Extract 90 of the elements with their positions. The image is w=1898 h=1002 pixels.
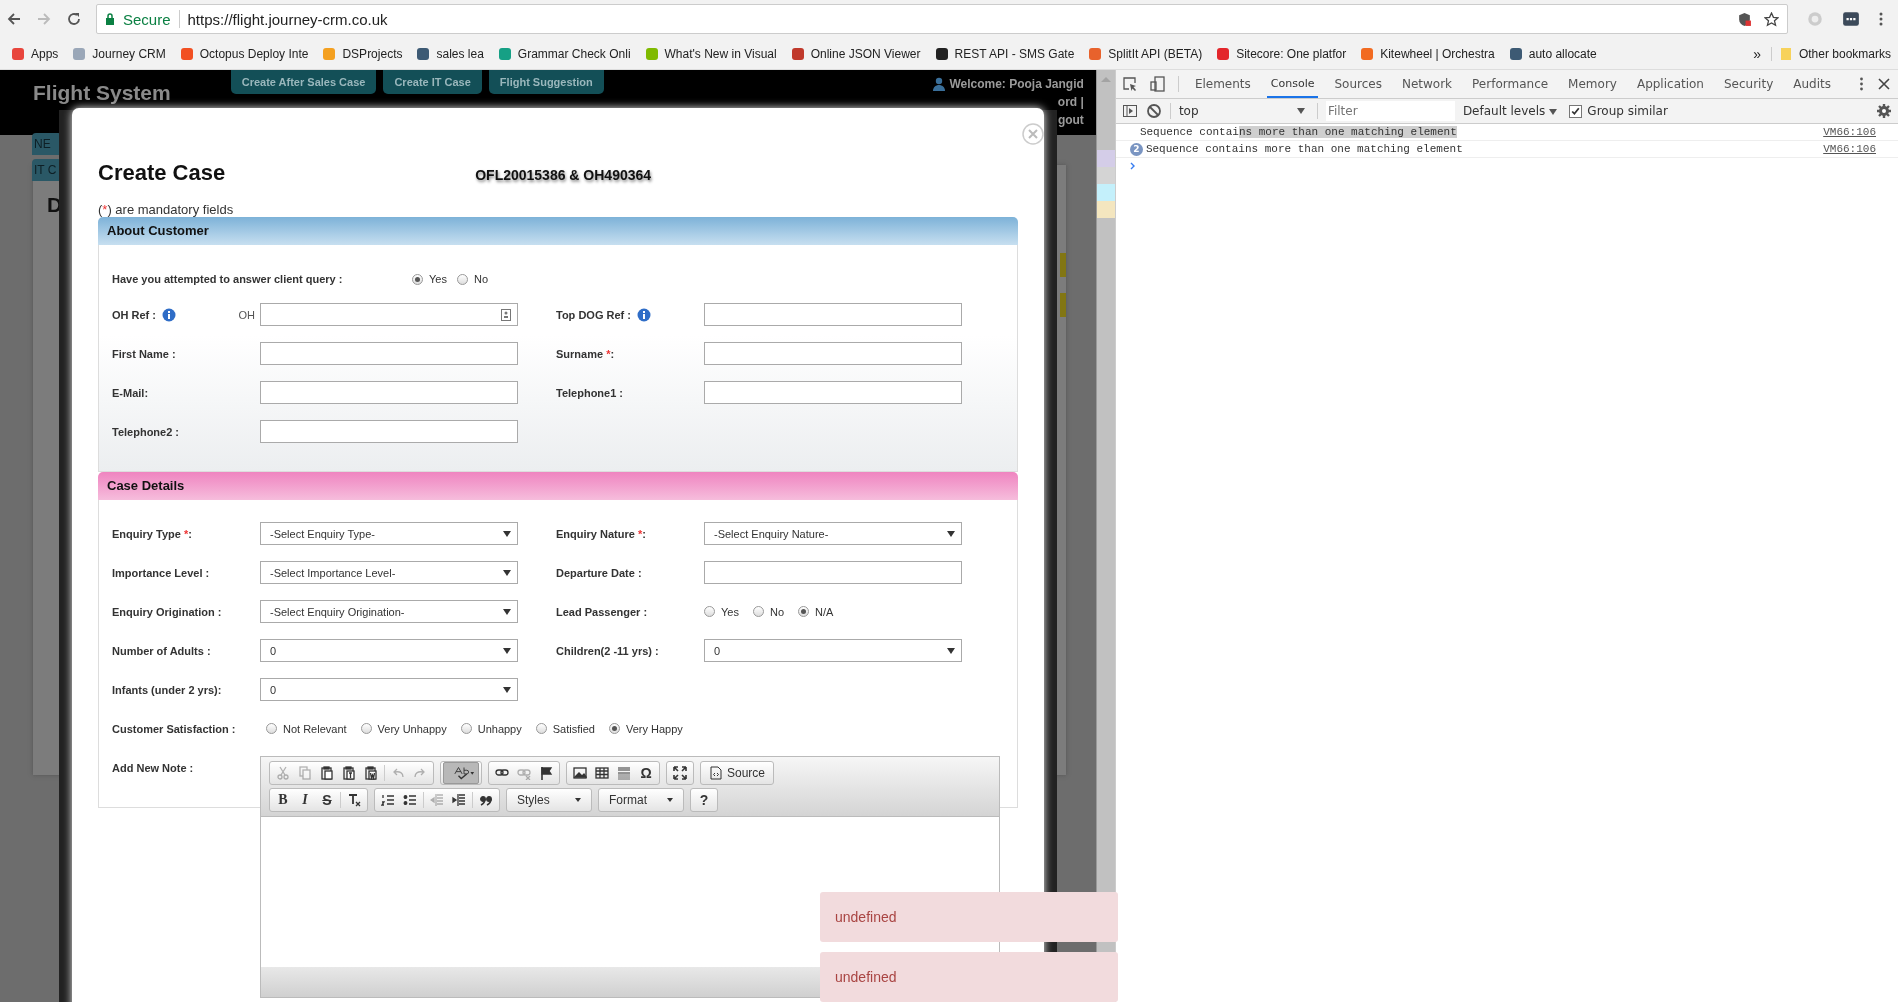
other-bookmarks[interactable]: Other bookmarks <box>1770 46 1898 61</box>
field-label: First Name : <box>112 347 176 360</box>
reference-text: OFL20015386 & OH490364 <box>475 167 652 183</box>
bookmark[interactable]: What's New in Visual <box>637 46 784 61</box>
field-label: Have you attempted to answer client query : <box>112 273 344 285</box>
field-label: OH Ref : <box>112 308 156 321</box>
bookmark[interactable]: DSProjects <box>315 46 410 61</box>
devtools-tab[interactable]: Audits <box>1789 70 1835 98</box>
field-label: E-Mail: <box>112 386 149 399</box>
notification-toast: undefined <box>820 892 1118 942</box>
radio-option[interactable]: Yes <box>704 605 739 618</box>
dropdown[interactable]: 0 <box>260 639 518 662</box>
dropdown[interactable]: 0 <box>260 678 518 701</box>
bookmark[interactable]: auto allocate <box>1501 46 1604 61</box>
field-label: Top DOG Ref : <box>556 308 631 321</box>
radio-option[interactable]: Very Unhappy <box>360 722 447 735</box>
bookmark[interactable]: REST API - SMS Gate <box>927 46 1082 61</box>
app-title: Flight System <box>33 81 171 105</box>
field-label: Number of Adults : <box>112 644 211 657</box>
header-link[interactable]: gout <box>1057 113 1084 127</box>
group-similar-checkbox[interactable]: Group similar <box>1569 104 1668 118</box>
radio-option[interactable]: Not Relevant <box>266 722 347 735</box>
char-button[interactable]: Ω <box>635 763 657 783</box>
field-label: Add New Note : <box>112 761 194 774</box>
bookmark[interactable]: Sitecore: One platfor <box>1209 46 1354 61</box>
strike-button[interactable]: S <box>316 790 338 810</box>
bookmark[interactable]: Apps <box>4 46 66 61</box>
dropdown[interactable]: -Select Enquiry Nature- <box>704 522 962 545</box>
log-levels-select[interactable]: Default levels <box>1462 104 1562 118</box>
nav-button[interactable]: Create IT Case <box>383 70 482 94</box>
dropdown[interactable]: -Select Importance Level- <box>260 561 518 584</box>
field-label: Enquiry Type *: <box>112 527 192 540</box>
italic-button[interactable]: I <box>294 790 316 810</box>
nav-button[interactable]: Create After Sales Case <box>230 70 377 94</box>
section-header: Case Details <box>98 472 1018 500</box>
field-label: Infants (under 2 yrs): <box>112 683 222 696</box>
field-label: Departure Date : <box>556 566 642 579</box>
radio-option[interactable]: Unhappy <box>460 722 522 735</box>
section-header: About Customer <box>98 217 1018 245</box>
notification-toast: undefined <box>820 952 1118 1002</box>
source-link[interactable]: VM66:106 <box>1823 143 1876 155</box>
field-label: Enquiry Origination : <box>112 605 222 618</box>
console-message: Sequence contains more than one matching element <box>1138 126 1457 138</box>
bold-button[interactable]: B <box>272 790 294 810</box>
field-label: Enquiry Nature *: <box>556 527 646 540</box>
devtools-tab[interactable]: Security <box>1720 70 1778 98</box>
devtools-tab[interactable]: Application <box>1632 70 1708 98</box>
radio-option[interactable]: Satisfied <box>535 722 595 735</box>
devtools-tab[interactable]: Elements <box>1190 70 1255 98</box>
devtools-tab[interactable]: Memory <box>1564 70 1621 98</box>
field-label: Customer Satisfaction : <box>112 722 236 735</box>
console-message: Sequence contains more than one matching element <box>1145 143 1463 155</box>
nav-button[interactable]: Flight Suggestion <box>488 70 604 94</box>
dropdown[interactable]: -Select Enquiry Type- <box>260 522 518 545</box>
address-bar[interactable]: Secure https://flight.journey-crm.co.uk <box>96 4 1788 34</box>
dropdown[interactable]: -Select Enquiry Origination- <box>260 600 518 623</box>
source-link[interactable]: VM66:106 <box>1823 126 1876 138</box>
radio-option[interactable]: No <box>752 605 784 618</box>
url-text: https://flight.journey-crm.co.uk <box>187 10 388 28</box>
dropdown[interactable]: 0 <box>704 639 962 662</box>
bookmark[interactable]: sales lea <box>409 46 491 61</box>
radio-option[interactable]: N/A <box>798 605 834 618</box>
bookmark[interactable]: SplitIt API (BETA) <box>1081 46 1210 61</box>
bookmark[interactable]: Grammar Check Onli <box>490 46 638 61</box>
field-label: Telephone1 : <box>556 386 624 399</box>
bookmark[interactable]: Online JSON Viewer <box>783 46 928 61</box>
field-label: Lead Passenger : <box>556 605 648 618</box>
mandatory-note: (*) are mandatory fields <box>98 202 235 217</box>
devtools-tab[interactable]: Network <box>1397 70 1457 98</box>
header-link[interactable]: ord | <box>1057 95 1084 109</box>
devtools-tab[interactable]: Sources <box>1330 70 1386 98</box>
dialog-title: Create Case <box>98 160 226 186</box>
field-label: Importance Level : <box>112 566 210 579</box>
radio-option[interactable]: Very Happy <box>608 722 683 735</box>
filter-field[interactable]: Filter <box>1325 101 1455 121</box>
secure-label: Secure <box>123 10 171 28</box>
bookmarks-overflow[interactable]: » <box>1743 45 1771 62</box>
bookmark[interactable]: Octopus Deploy Inte <box>172 46 316 61</box>
field-prefix: OH <box>238 308 255 321</box>
bookmark[interactable]: Kitewheel | Orchestra <box>1353 46 1502 61</box>
radio-option[interactable]: No <box>456 273 488 285</box>
field-label: Children(2 -11 yrs) : <box>556 644 659 657</box>
field-label: Telephone2 : <box>112 425 180 438</box>
devtools-tab[interactable]: Performance <box>1468 70 1553 98</box>
field-label: Surname *: <box>556 347 615 360</box>
repeat-count-badge: 2 <box>1129 142 1143 156</box>
welcome-text: Welcome: Pooja Jangid <box>949 77 1084 91</box>
bookmark[interactable]: Journey CRM <box>65 46 173 61</box>
radio-option[interactable]: Yes <box>412 273 447 285</box>
context-select[interactable]: top <box>1178 104 1309 118</box>
